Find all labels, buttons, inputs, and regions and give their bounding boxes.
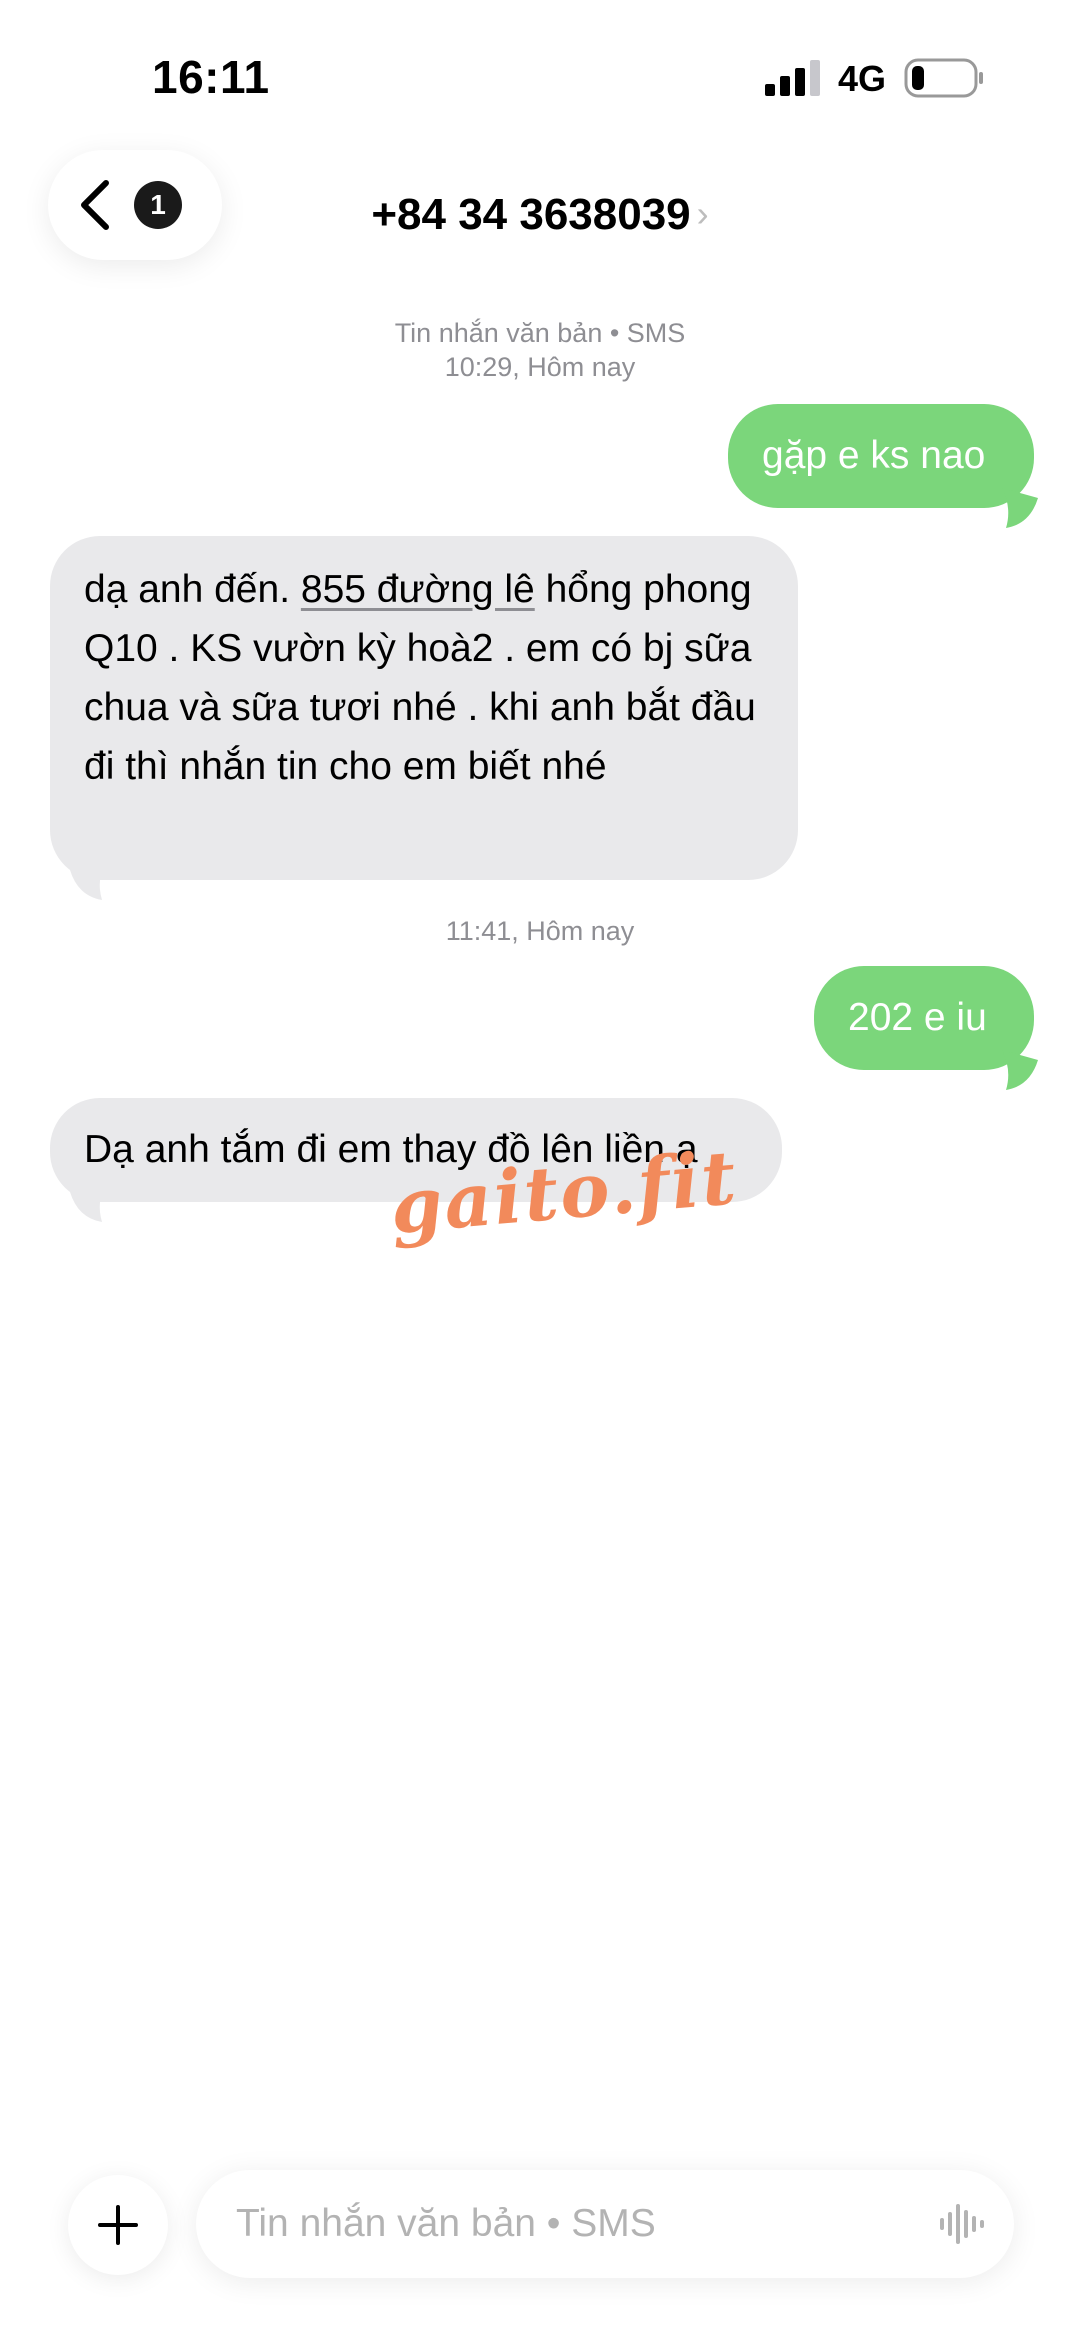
message-text: dạ anh đến. [84,568,301,611]
status-time: 16:11 [152,51,270,103]
address-link[interactable]: 855 đường lê [301,568,535,611]
plus-icon [98,2205,138,2245]
message-bubble-incoming[interactable]: dạ anh đến. 855 đường lê hổng phong Q10 … [50,536,798,880]
bubble-tail [1002,1050,1038,1090]
thread-service-label: Tin nhắn văn bản • SMS [394,318,686,348]
thread-timestamp: 10:29, Hôm nay [444,352,636,382]
message-bubble-outgoing[interactable]: gặp e ks nao [728,404,1034,508]
network-type: 4G [838,58,887,99]
contact-name: +84 34 3638039 [371,190,691,239]
bubble-tail [70,1182,106,1222]
waveform-icon[interactable] [940,2204,984,2244]
bubble-tail [1002,488,1038,528]
chevron-right-icon: › [696,193,709,234]
contact-title[interactable]: +84 34 3638039 › [0,190,1080,240]
message-text: gặp e ks nao [762,434,986,477]
message-text: 202 e iu [848,996,987,1039]
cellular-signal-icon [765,60,820,96]
bubble-tail [70,860,106,900]
message-composer[interactable] [196,2170,1014,2278]
battery-icon [904,58,983,98]
message-input[interactable] [236,2170,916,2278]
status-bar: 16:11 4G [0,0,1080,150]
add-attachment-button[interactable] [68,2175,168,2275]
thread-timestamp: 11:41, Hôm nay [445,916,635,946]
message-bubble-outgoing[interactable]: 202 e iu [814,966,1034,1070]
